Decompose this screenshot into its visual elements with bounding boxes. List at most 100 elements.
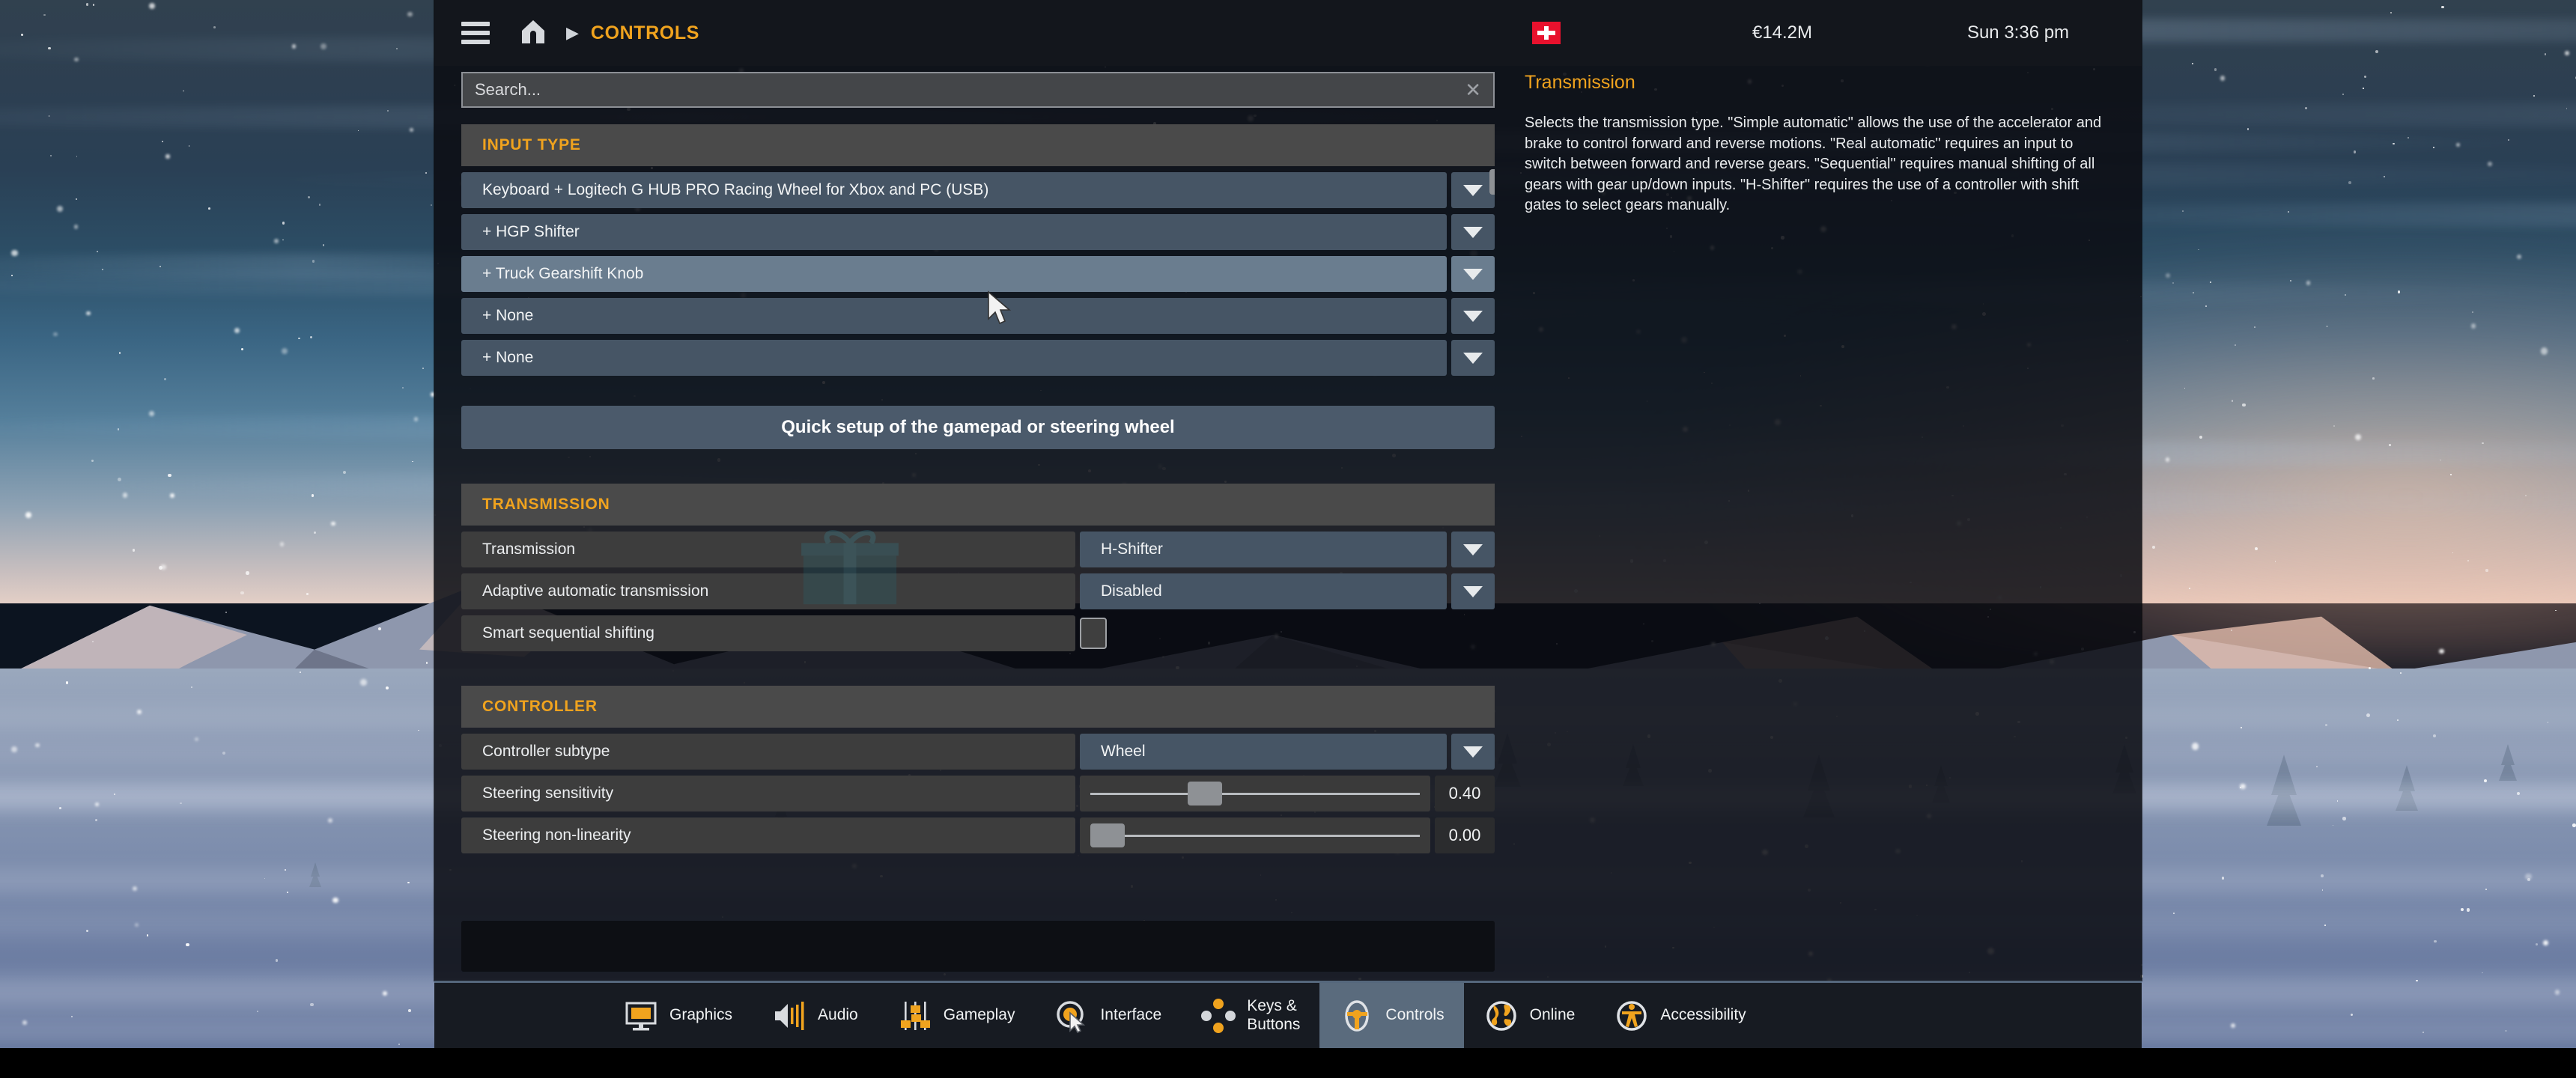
input-type-row[interactable]: + HGP Shifter: [461, 214, 1495, 250]
setting-row: Adaptive automatic transmission Disabled: [461, 573, 1495, 609]
nav-item-label: Gameplay: [943, 1006, 1015, 1024]
input-type-row[interactable]: + None: [461, 340, 1495, 376]
input-type-label: + None: [482, 307, 534, 324]
nav-item-online[interactable]: Online: [1464, 983, 1595, 1048]
switzerland-flag-icon[interactable]: [1532, 22, 1561, 44]
nav-item-label: Online: [1529, 1006, 1576, 1024]
controller-rows: Controller subtype Wheel Steering sensitiv…: [461, 734, 1495, 853]
input-type-label: Keyboard + Logitech G HUB PRO Racing Whe…: [482, 181, 989, 198]
chevron-down-icon[interactable]: [1451, 256, 1495, 292]
nav-item-graphics[interactable]: Graphics: [604, 983, 752, 1048]
settings-window: ▶ CONTROLS €14.2M Sun 3:36 pm Search... …: [434, 0, 2142, 1039]
scrollbar-thumb[interactable]: [1489, 169, 1495, 195]
setting-slider[interactable]: [1080, 817, 1430, 853]
setting-label: Steering non-linearity: [482, 826, 631, 844]
steering-wheel-icon: [1339, 998, 1375, 1034]
nav-item-keys-buttons[interactable]: Keys & Buttons: [1181, 983, 1319, 1048]
home-icon[interactable]: [520, 19, 547, 48]
slider-thumb[interactable]: [1090, 823, 1125, 847]
nav-item-interface[interactable]: Interface: [1034, 983, 1181, 1048]
nav-item-audio[interactable]: Audio: [752, 983, 878, 1048]
input-type-select[interactable]: Keyboard + Logitech G HUB PRO Racing Whe…: [461, 172, 1447, 208]
setting-value-select[interactable]: Disabled: [1080, 573, 1447, 609]
settings-scroll-area: INPUT TYPE Keyboard + Logitech G HUB PRO…: [461, 108, 1495, 898]
setting-row: Transmission H-Shifter: [461, 532, 1495, 567]
dpad-icon: [1200, 998, 1236, 1034]
slider-value-box: 0.00: [1435, 817, 1495, 853]
setting-label-cell: Adaptive automatic transmission: [461, 573, 1075, 609]
info-panel: Transmission Selects the transmission ty…: [1525, 72, 2116, 216]
accessibility-icon: [1614, 998, 1650, 1034]
clock-display: Sun 3:36 pm: [1966, 22, 2070, 43]
info-title: Transmission: [1525, 72, 1635, 93]
input-type-label: + None: [482, 349, 534, 366]
input-type-select[interactable]: + HGP Shifter: [461, 214, 1447, 250]
chevron-down-icon[interactable]: [1451, 298, 1495, 334]
quick-setup-label: Quick setup of the gamepad or steering w…: [781, 417, 1175, 437]
slider-value-box: 0.40: [1435, 776, 1495, 811]
search-input[interactable]: Search... ✕: [461, 72, 1495, 108]
setting-label-cell: Steering sensitivity: [461, 776, 1075, 811]
chevron-down-icon[interactable]: [1451, 172, 1495, 208]
input-type-select[interactable]: + None: [461, 340, 1447, 376]
setting-value: H-Shifter: [1101, 540, 1163, 558]
breadcrumb-arrow: ▶: [566, 23, 579, 42]
cursor-click-icon: [1054, 998, 1090, 1034]
section-title: INPUT TYPE: [482, 136, 581, 153]
settings-nav-bar: Graphics Audio Gameplay Interface Keys & Butt…: [434, 981, 2142, 1048]
input-type-row[interactable]: + None: [461, 298, 1495, 334]
setting-label: Smart sequential shifting: [482, 624, 654, 642]
setting-label-cell: Smart sequential shifting: [461, 615, 1075, 651]
chevron-down-icon[interactable]: [1451, 532, 1495, 567]
setting-value: Disabled: [1101, 582, 1162, 600]
info-body: Selects the transmission type. "Simple a…: [1525, 115, 2102, 214]
setting-row: Steering sensitivity 0.40: [461, 776, 1495, 811]
section-header-controller: CONTROLLER: [461, 686, 1495, 728]
mouse-cursor: [988, 290, 1012, 325]
chevron-down-icon[interactable]: [1451, 214, 1495, 250]
nav-item-label: Interface: [1100, 1006, 1162, 1024]
close-icon[interactable]: ✕: [1465, 80, 1481, 100]
sliders-icon: [897, 998, 933, 1034]
chevron-down-icon[interactable]: [1451, 734, 1495, 770]
flag-wrapper: [1423, 22, 1670, 44]
setting-label: Controller subtype: [482, 743, 610, 760]
setting-row: Steering non-linearity 0.00: [461, 817, 1495, 853]
slider-track: [1090, 834, 1420, 837]
nav-item-label: Keys & Buttons: [1247, 997, 1301, 1033]
bottom-letterbox: [0, 1048, 2576, 1078]
binding-display-slot: [461, 921, 1495, 972]
input-type-row[interactable]: Keyboard + Logitech G HUB PRO Racing Whe…: [461, 172, 1495, 208]
setting-slider[interactable]: [1080, 776, 1430, 811]
speaker-icon: [771, 998, 807, 1034]
setting-checkbox[interactable]: [1080, 618, 1107, 649]
slider-thumb[interactable]: [1188, 782, 1223, 806]
nav-item-controls[interactable]: Controls: [1319, 983, 1464, 1048]
setting-value: Wheel: [1101, 743, 1146, 760]
nav-item-accessibility[interactable]: Accessibility: [1594, 983, 1765, 1048]
quick-setup-button[interactable]: Quick setup of the gamepad or steering w…: [461, 406, 1495, 449]
breadcrumb-title: CONTROLS: [590, 22, 699, 43]
slider-value: 0.00: [1448, 826, 1481, 844]
section-title: CONTROLLER: [482, 698, 598, 715]
input-type-select[interactable]: + None: [461, 298, 1447, 334]
chevron-down-icon[interactable]: [1451, 340, 1495, 376]
input-type-row[interactable]: + Truck Gearshift Knob: [461, 256, 1495, 292]
settings-panel: Search... ✕ INPUT TYPE Keyboard + Logite…: [461, 72, 1495, 1039]
nav-item-label: Graphics: [669, 1006, 733, 1024]
search-placeholder: Search...: [475, 80, 541, 99]
nav-item-gameplay[interactable]: Gameplay: [878, 983, 1035, 1048]
setting-value-select[interactable]: H-Shifter: [1080, 532, 1447, 567]
chevron-down-icon[interactable]: [1451, 573, 1495, 609]
setting-label-cell: Transmission: [461, 532, 1075, 567]
hamburger-icon[interactable]: [461, 22, 490, 44]
setting-value-select[interactable]: Wheel: [1080, 734, 1447, 770]
globe-icon: [1483, 998, 1519, 1034]
section-header-input-type: INPUT TYPE: [461, 124, 1495, 166]
setting-label-cell: Steering non-linearity: [461, 817, 1075, 853]
nav-item-label: Controls: [1385, 1006, 1445, 1024]
input-type-select[interactable]: + Truck Gearshift Knob: [461, 256, 1447, 292]
monitor-icon: [623, 998, 659, 1034]
slider-value: 0.40: [1448, 784, 1481, 803]
setting-label: Transmission: [482, 540, 576, 558]
